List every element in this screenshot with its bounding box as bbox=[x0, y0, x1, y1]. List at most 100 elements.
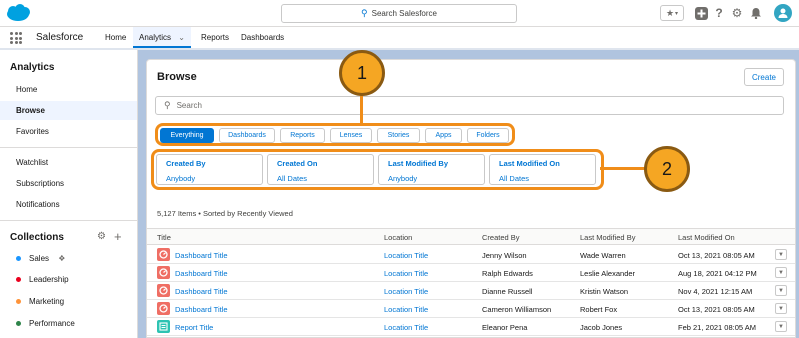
app-nav-bar: Salesforce Home Analytics ⌄ Reports Dash… bbox=[0, 27, 799, 50]
tab-everything[interactable]: Everything bbox=[160, 128, 214, 143]
tab-folders[interactable]: Folders bbox=[467, 128, 509, 143]
app-launcher-icon[interactable] bbox=[10, 32, 22, 44]
nav-item-reports[interactable]: Reports bbox=[201, 27, 229, 48]
row-title-link[interactable]: Dashboard Title bbox=[175, 251, 228, 260]
sidebar-item-home[interactable]: Home bbox=[0, 80, 137, 99]
browse-panel: Browse Create ⚲ Search Everything Dashbo… bbox=[146, 59, 796, 338]
sidebar-item-subscriptions[interactable]: Subscriptions bbox=[0, 174, 137, 193]
browse-search-input[interactable]: ⚲ Search bbox=[155, 96, 784, 115]
user-avatar[interactable] bbox=[774, 4, 792, 22]
callout-2: 2 bbox=[644, 146, 690, 192]
row-created-by: Ralph Edwards bbox=[482, 269, 533, 278]
nav-item-dashboards[interactable]: Dashboards bbox=[241, 27, 284, 48]
browse-search-placeholder: Search bbox=[176, 101, 202, 110]
attribute-filters: Created By Anybody Created On All Dates … bbox=[151, 149, 604, 190]
global-header: ⚲ Search Salesforce ★ ▾ ? ⚙ bbox=[0, 0, 799, 27]
report-icon bbox=[157, 320, 170, 333]
row-actions-chevron-down-icon[interactable]: ▼ bbox=[775, 249, 787, 260]
tab-dashboards[interactable]: Dashboards bbox=[219, 128, 275, 143]
question-icon[interactable]: ? bbox=[712, 6, 726, 20]
filter-label: Created By bbox=[166, 159, 206, 168]
row-location-link[interactable]: Location Title bbox=[384, 287, 428, 296]
app-name: Salesforce bbox=[36, 32, 84, 43]
row-location-link[interactable]: Location Title bbox=[384, 323, 428, 332]
table-row: Dashboard Title Location Title Dianne Ru… bbox=[147, 282, 795, 300]
collection-item-leadership[interactable]: Leadership bbox=[0, 270, 137, 289]
nav-item-home[interactable]: Home bbox=[105, 27, 126, 48]
gear-icon[interactable]: ⚙ bbox=[97, 231, 106, 242]
callout-1: 1 bbox=[339, 50, 385, 96]
sidebar-item-browse[interactable]: Browse bbox=[0, 101, 137, 120]
table-row: Report Title Location Title Eleanor Pena… bbox=[147, 318, 795, 336]
analytics-sidebar: Analytics Home Browse Favorites Watchlis… bbox=[0, 50, 138, 338]
filter-value: Anybody bbox=[388, 174, 418, 183]
plus-icon[interactable]: + bbox=[114, 229, 122, 244]
row-modified-by: Wade Warren bbox=[580, 251, 626, 260]
pin-icon[interactable]: ❖ bbox=[58, 254, 65, 263]
column-header-created-by[interactable]: Created By bbox=[482, 233, 520, 242]
column-header-last-modified-on[interactable]: Last Modified On bbox=[678, 233, 735, 242]
collection-label: Sales bbox=[29, 254, 50, 263]
item-count: 5,127 Items • Sorted by Recently Viewed bbox=[157, 209, 293, 218]
tab-reports[interactable]: Reports bbox=[280, 128, 325, 143]
user-icon bbox=[778, 8, 788, 18]
callout-2-connector bbox=[600, 167, 650, 170]
search-icon: ⚲ bbox=[164, 100, 171, 110]
table-row: Dashboard Title Location Title Ralph Edw… bbox=[147, 264, 795, 282]
tab-apps[interactable]: Apps bbox=[425, 128, 462, 143]
plus-icon[interactable] bbox=[694, 6, 708, 20]
row-location-link[interactable]: Location Title bbox=[384, 305, 428, 314]
collection-item-marketing[interactable]: Marketing bbox=[0, 292, 137, 311]
sidebar-divider bbox=[0, 220, 137, 221]
column-header-last-modified-by[interactable]: Last Modified By bbox=[580, 233, 635, 242]
table-row: Dashboard Title Location Title Jenny Wil… bbox=[147, 246, 795, 264]
row-title-link[interactable]: Dashboard Title bbox=[175, 287, 228, 296]
gear-icon[interactable]: ⚙ bbox=[730, 6, 744, 20]
row-actions-chevron-down-icon[interactable]: ▼ bbox=[775, 267, 787, 278]
row-actions-chevron-down-icon[interactable]: ▼ bbox=[775, 285, 787, 296]
dashboard-icon bbox=[157, 266, 170, 279]
bell-icon[interactable] bbox=[749, 6, 763, 20]
filter-created-by[interactable]: Created By Anybody bbox=[156, 154, 263, 185]
collection-label: Performance bbox=[29, 319, 75, 328]
favorites-button[interactable]: ★ ▾ bbox=[660, 5, 684, 21]
row-created-by: Eleanor Pena bbox=[482, 323, 528, 332]
collection-item-sales[interactable]: Sales ❖ bbox=[0, 249, 137, 268]
chevron-down-icon[interactable]: ⌄ bbox=[178, 33, 185, 42]
row-title-link[interactable]: Dashboard Title bbox=[175, 269, 228, 278]
salesforce-logo[interactable] bbox=[5, 4, 31, 22]
sidebar-item-watchlist[interactable]: Watchlist bbox=[0, 153, 137, 172]
row-modified-on: Nov 4, 2021 12:15 AM bbox=[678, 287, 753, 296]
type-filter-tabs: Everything Dashboards Reports Lenses Sto… bbox=[155, 123, 515, 146]
sidebar-item-favorites[interactable]: Favorites bbox=[0, 122, 137, 141]
create-button[interactable]: Create bbox=[744, 68, 784, 86]
collection-color-dot bbox=[16, 299, 21, 305]
column-header-title[interactable]: Title bbox=[157, 233, 171, 242]
row-title-link[interactable]: Report Title bbox=[175, 323, 213, 332]
row-title-link[interactable]: Dashboard Title bbox=[175, 305, 228, 314]
row-location-link[interactable]: Location Title bbox=[384, 251, 428, 260]
dashboard-icon bbox=[157, 284, 170, 297]
nav-item-analytics[interactable]: Analytics ⌄ bbox=[133, 27, 191, 48]
collection-color-dot bbox=[16, 321, 21, 327]
column-header-location[interactable]: Location bbox=[384, 233, 412, 242]
sidebar-divider bbox=[0, 147, 137, 148]
sidebar-item-notifications[interactable]: Notifications bbox=[0, 195, 137, 214]
filter-created-on[interactable]: Created On All Dates bbox=[267, 154, 374, 185]
dashboard-icon bbox=[157, 248, 170, 261]
filter-last-modified-by[interactable]: Last Modified By Anybody bbox=[378, 154, 485, 185]
filter-label: Created On bbox=[277, 159, 318, 168]
row-created-by: Dianne Russell bbox=[482, 287, 533, 296]
row-modified-by: Jacob Jones bbox=[580, 323, 623, 332]
row-actions-chevron-down-icon[interactable]: ▼ bbox=[775, 303, 787, 314]
row-modified-on: Oct 13, 2021 08:05 AM bbox=[678, 251, 755, 260]
collection-item-performance[interactable]: Performance bbox=[0, 314, 137, 333]
global-search-input[interactable]: ⚲ Search Salesforce bbox=[281, 4, 517, 23]
filter-value: Anybody bbox=[166, 174, 196, 183]
tab-lenses[interactable]: Lenses bbox=[330, 128, 372, 143]
row-location-link[interactable]: Location Title bbox=[384, 269, 428, 278]
dashboard-icon bbox=[157, 302, 170, 315]
filter-last-modified-on[interactable]: Last Modified On All Dates bbox=[489, 154, 596, 185]
tab-stories[interactable]: Stories bbox=[377, 128, 420, 143]
row-actions-chevron-down-icon[interactable]: ▼ bbox=[775, 321, 787, 332]
